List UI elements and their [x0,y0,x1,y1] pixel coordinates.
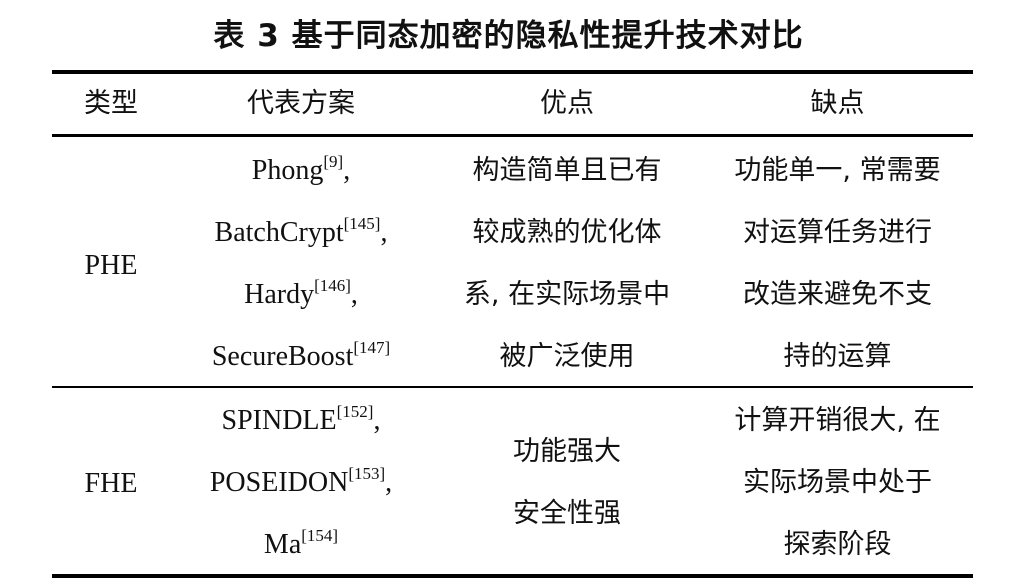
advantage-line: 安全性强 [513,498,621,529]
scheme-spindle: SPINDLE[152], [221,402,381,436]
row-fhe-schemes: SPINDLE[152], POSEIDON[153], Ma[154] [170,390,432,576]
table-top-rule [52,70,973,74]
row-fhe-disadvantages: 计算开销很大, 在 实际场景中处于 探索阶段 [702,390,973,576]
scheme-hardy: Hardy[146], [244,276,358,310]
advantage-line: 较成熟的优化体 [472,217,662,248]
advantage-line: 被广泛使用 [499,341,635,372]
table-caption: 表 3 基于同态加密的隐私性提升技术对比 [213,18,804,54]
scheme-phong: Phong[9], [251,152,351,186]
header-disadvantages: 缺点 [810,88,865,119]
disadvantage-line: 计算开销很大, 在 [734,405,941,436]
header-type: 类型 [84,88,138,119]
disadvantage-line: 实际场景中处于 [743,467,932,498]
row-fhe-type: FHE [84,468,138,499]
row-fhe-advantages: 功能强大 安全性强 [432,421,702,545]
scheme-poseidon: POSEIDON[153], [209,464,393,498]
advantage-line: 功能强大 [513,436,621,467]
disadvantage-line: 对运算任务进行 [743,217,932,248]
row-phe-advantages: 构造简单且已有 较成熟的优化体 系, 在实际场景中 被广泛使用 [432,140,702,388]
disadvantage-line: 改造来避免不支 [743,279,932,310]
disadvantage-line: 探索阶段 [783,529,892,560]
row-phe-type: PHE [84,250,138,281]
scheme-batchcrypt: BatchCrypt[145], [214,214,388,248]
row-phe-disadvantages: 功能单一, 常需要 对运算任务进行 改造来避免不支 持的运算 [702,140,973,388]
header-advantages: 优点 [540,88,594,119]
disadvantage-line: 功能单一, 常需要 [734,155,941,186]
header-scheme: 代表方案 [247,88,355,119]
scheme-ma: Ma[154] [263,526,339,560]
row-phe-schemes: Phong[9], BatchCrypt[145], Hardy[146], S… [170,140,432,388]
advantage-line: 构造简单且已有 [472,155,662,186]
disadvantage-line: 持的运算 [783,341,892,372]
scheme-secureboost: SecureBoost[147] [211,338,391,372]
table-header-rule [52,134,973,137]
advantage-line: 系, 在实际场景中 [463,279,671,310]
